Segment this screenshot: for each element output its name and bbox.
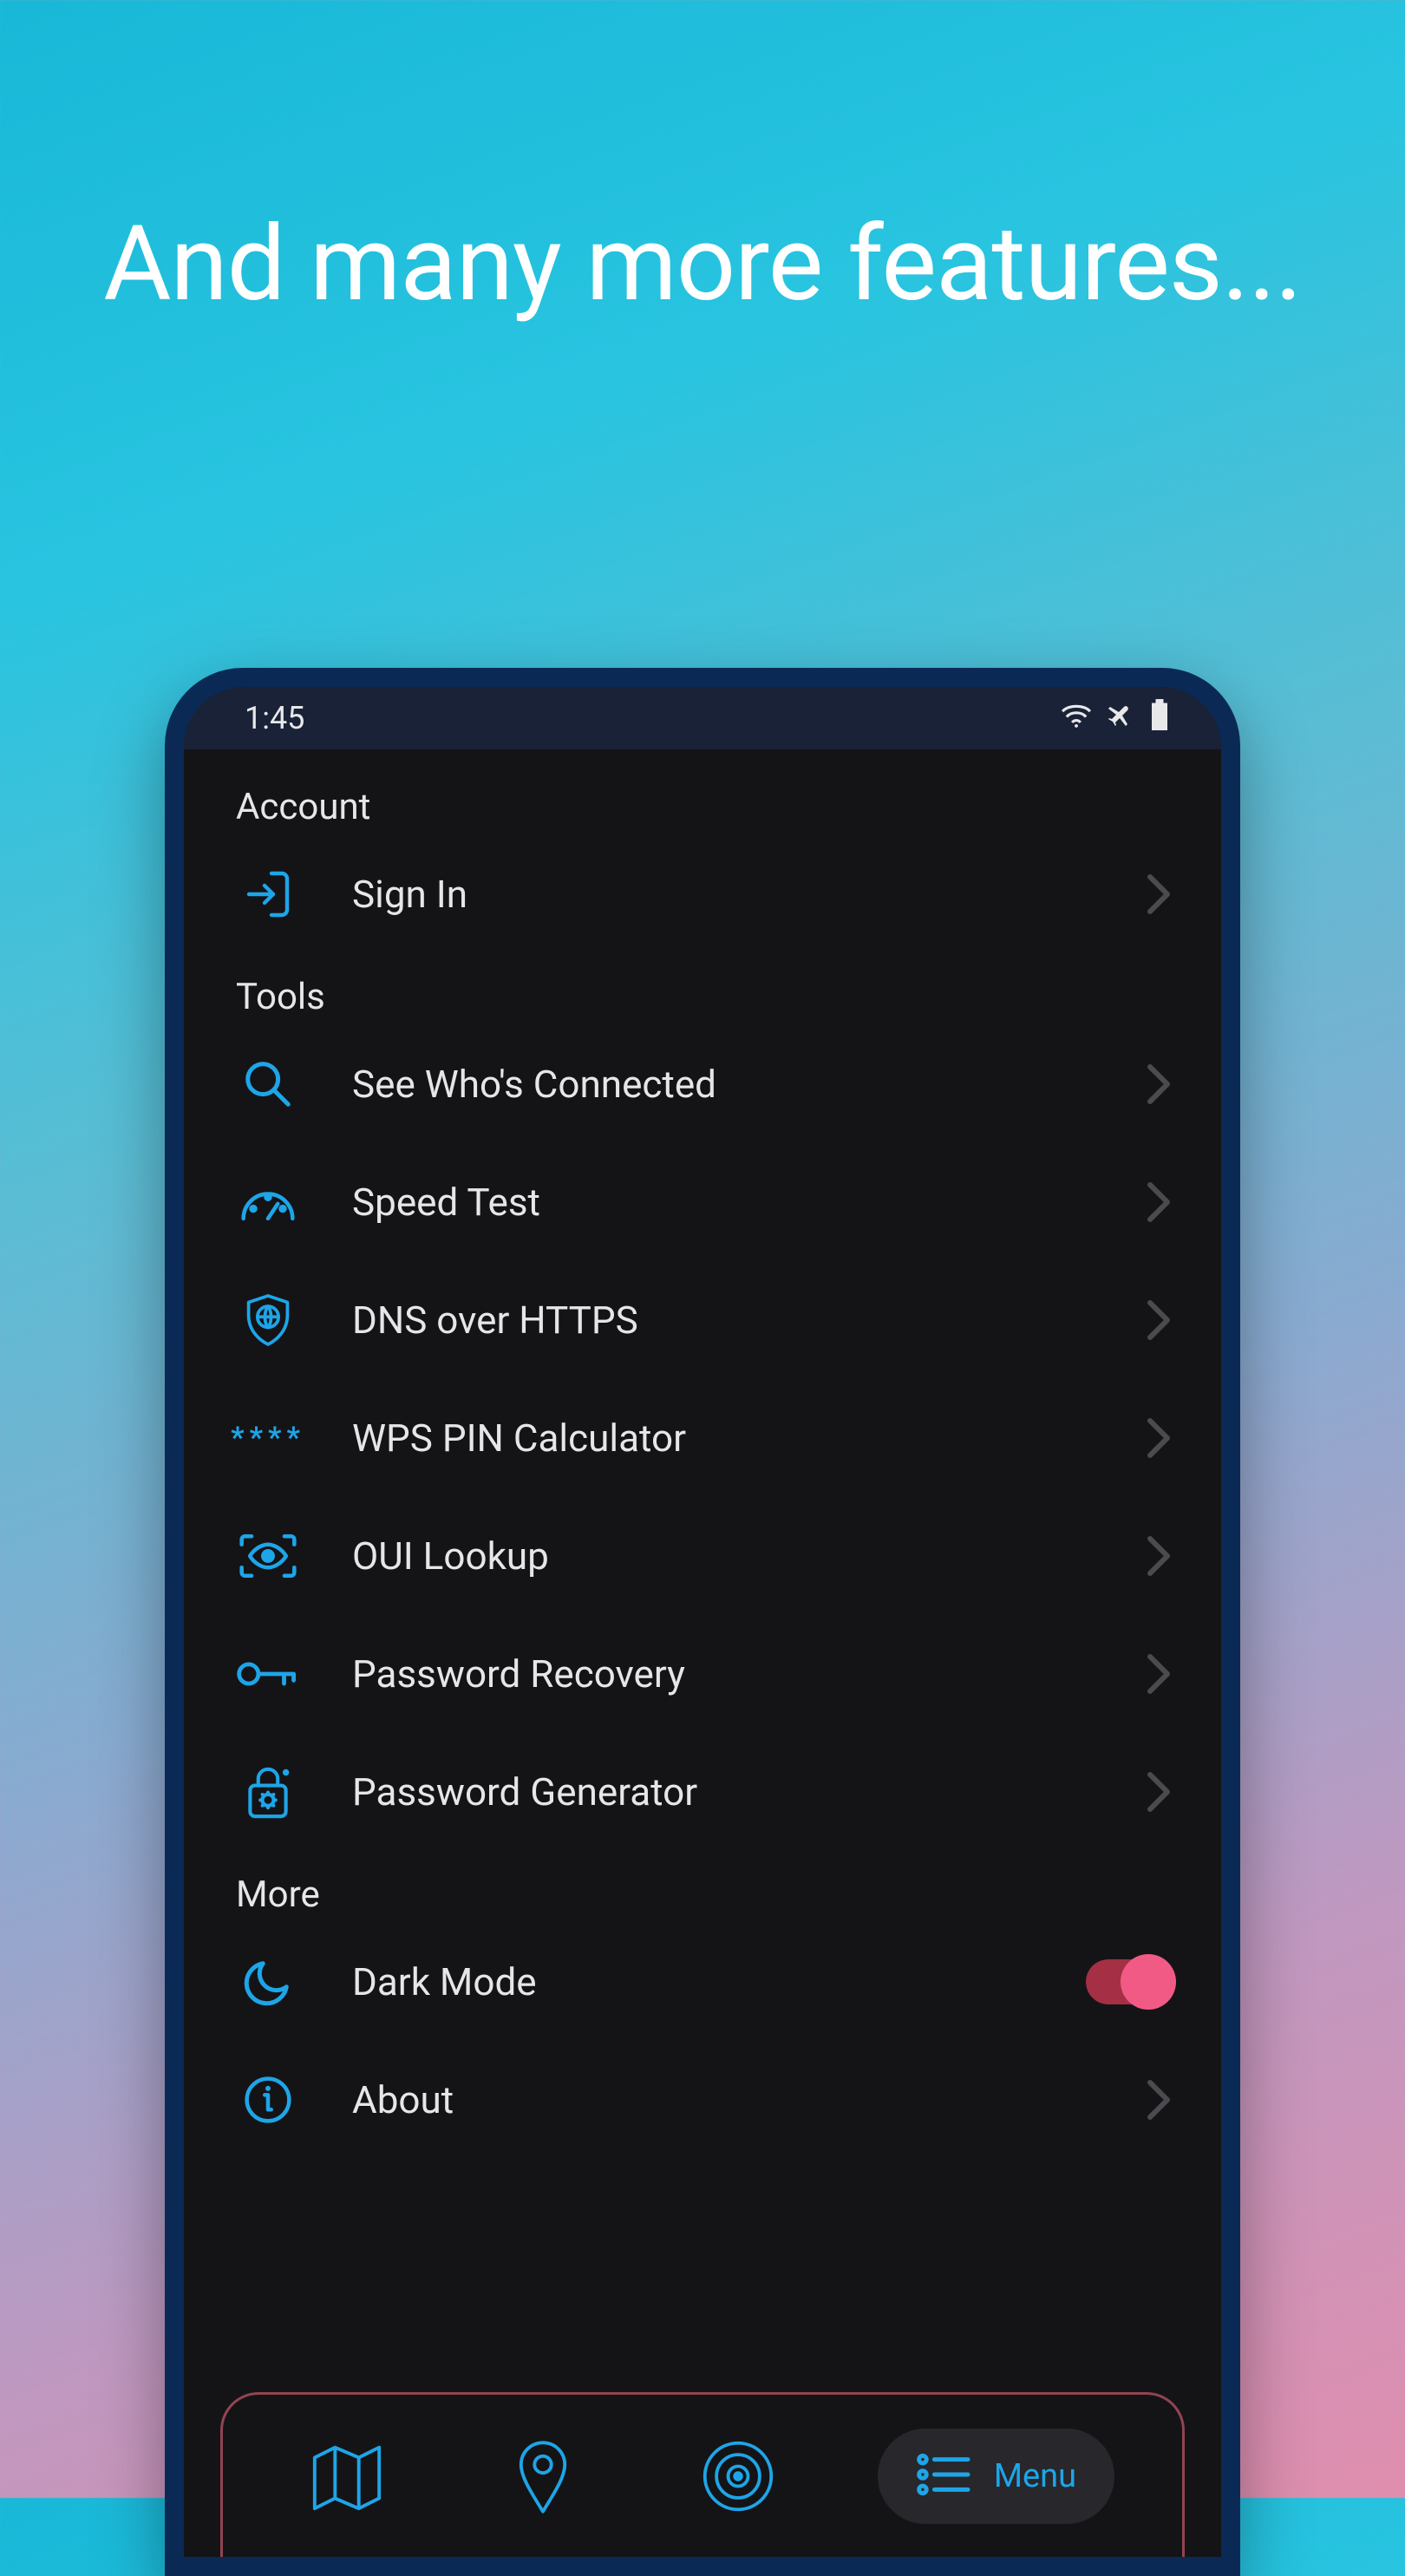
info-icon — [232, 2064, 304, 2135]
eye-scan-icon — [232, 1520, 304, 1592]
row-wps-pin-calculator[interactable]: **** WPS PIN Calculator — [232, 1379, 1173, 1497]
nav-radar[interactable] — [682, 2429, 794, 2524]
row-label: DNS over HTTPS — [352, 1298, 1096, 1343]
row-sign-in[interactable]: Sign In — [232, 835, 1173, 953]
section-header-tools: Tools — [232, 976, 1173, 1018]
bottom-nav: Menu — [220, 2392, 1185, 2557]
row-label: See Who's Connected — [352, 1062, 1096, 1107]
row-password-generator[interactable]: Password Generator — [232, 1733, 1173, 1851]
chevron-right-icon — [1145, 1415, 1173, 1461]
sign-in-icon — [232, 859, 304, 930]
chevron-right-icon — [1145, 1533, 1173, 1579]
row-about[interactable]: About — [232, 2041, 1173, 2159]
section-header-account: Account — [232, 786, 1173, 828]
row-speed-test[interactable]: Speed Test — [232, 1143, 1173, 1261]
row-label: About — [352, 2077, 1096, 2122]
row-password-recovery[interactable]: Password Recovery — [232, 1615, 1173, 1733]
chevron-right-icon — [1145, 2077, 1173, 2122]
airplane-icon — [1107, 700, 1136, 737]
row-label: Dark Mode — [352, 1959, 1037, 2004]
nav-location[interactable] — [487, 2429, 599, 2524]
row-label: Speed Test — [352, 1180, 1096, 1225]
key-icon — [232, 1638, 304, 1710]
row-dark-mode[interactable]: Dark Mode — [232, 1923, 1173, 2041]
status-bar: 1:45 — [184, 687, 1221, 749]
row-label: OUI Lookup — [352, 1533, 1096, 1579]
row-oui-lookup[interactable]: OUI Lookup — [232, 1497, 1173, 1615]
dark-mode-toggle[interactable] — [1086, 1959, 1173, 2004]
nav-menu[interactable]: Menu — [878, 2429, 1114, 2524]
nav-menu-label: Menu — [994, 2457, 1076, 2495]
search-icon — [232, 1049, 304, 1120]
chevron-right-icon — [1145, 1180, 1173, 1225]
shield-globe-icon — [232, 1285, 304, 1356]
chevron-right-icon — [1145, 1062, 1173, 1107]
moon-icon — [232, 1946, 304, 2017]
row-label: WPS PIN Calculator — [352, 1415, 1096, 1461]
lock-gear-icon — [232, 1756, 304, 1827]
promo-headline: And many more features... — [0, 199, 1405, 330]
nav-map[interactable] — [291, 2429, 403, 2524]
menu-content: Account Sign In Tools See Who's Connecte… — [184, 749, 1221, 2557]
battery-icon — [1150, 699, 1169, 738]
phone-screen: 1:45 Account — [184, 687, 1221, 2557]
menu-list-icon — [916, 2451, 973, 2501]
gauge-icon — [232, 1167, 304, 1238]
status-time: 1:45 — [245, 700, 304, 736]
row-label: Password Generator — [352, 1769, 1096, 1814]
row-see-whos-connected[interactable]: See Who's Connected — [232, 1025, 1173, 1143]
row-label: Sign In — [352, 872, 1096, 917]
row-dns-over-https[interactable]: DNS over HTTPS — [232, 1261, 1173, 1379]
chevron-right-icon — [1145, 1769, 1173, 1814]
pin-asterisks-icon: **** — [232, 1402, 304, 1474]
wifi-icon — [1060, 700, 1093, 736]
chevron-right-icon — [1145, 1298, 1173, 1343]
toggle-knob — [1121, 1954, 1176, 2010]
section-header-more: More — [232, 1873, 1173, 1916]
chevron-right-icon — [1145, 1651, 1173, 1697]
status-icons — [1060, 699, 1169, 738]
phone-frame: 1:45 Account — [165, 668, 1240, 2576]
chevron-right-icon — [1145, 872, 1173, 917]
row-label: Password Recovery — [352, 1651, 1096, 1697]
